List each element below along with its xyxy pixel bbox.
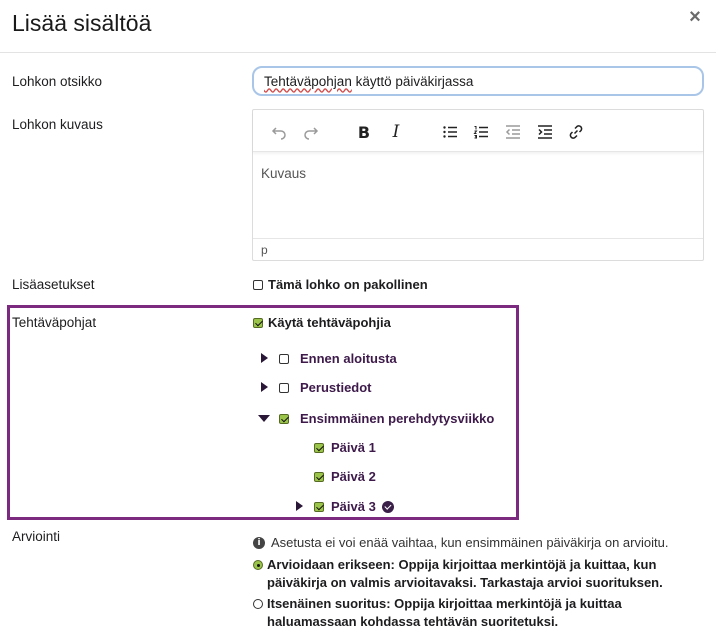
required-checkbox-label: Tämä lohko on pakollinen [268, 277, 428, 292]
block-description-label: Lohkon kuvaus [12, 117, 103, 132]
tree-item[interactable]: Ensimmäinen perehdytysviikko [279, 411, 494, 426]
numbered-list-icon[interactable] [471, 122, 491, 142]
templates-label: Tehtäväpohjat [12, 315, 97, 330]
tree-item-label: Ensimmäinen perehdytysviikko [300, 411, 495, 426]
tree-child-item[interactable]: Päivä 2 [314, 469, 376, 484]
expand-caret-icon[interactable] [261, 353, 268, 363]
italic-icon[interactable]: I [386, 122, 406, 142]
evaluation-option-title: Arvioidaan erikseen: [267, 557, 395, 572]
modal-title: Lisää sisältöä [12, 10, 152, 36]
editor-placeholder[interactable]: Kuvaus [261, 166, 306, 181]
tree-child-item[interactable]: Päivä 1 [314, 440, 376, 455]
block-title-value-misspelled: Tehtäväpohjan [264, 73, 352, 89]
evaluation-radio[interactable] [253, 599, 263, 609]
redo-icon[interactable] [301, 122, 321, 142]
outdent-icon[interactable] [503, 122, 523, 142]
evaluation-option-text: Itsenäinen suoritus: Oppija kirjoittaa m… [267, 595, 708, 631]
evaluation-option-title: Itsenäinen suoritus: [267, 596, 391, 611]
use-templates-checkbox[interactable] [253, 317, 263, 328]
tree-item-label: Päivä 2 [331, 469, 376, 484]
evaluation-option[interactable]: Itsenäinen suoritus: Oppija kirjoittaa m… [253, 595, 708, 631]
required-checkbox[interactable] [253, 279, 263, 290]
extra-settings-label: Lisäasetukset [12, 277, 95, 292]
tree-item-checkbox[interactable] [314, 471, 324, 482]
tree-item-label: Ennen aloitusta [300, 351, 397, 366]
completed-check-icon [381, 500, 394, 513]
tree-item-label: Perustiedot [300, 380, 372, 395]
evaluation-info-text: Asetusta ei voi enää vaihtaa, kun ensimm… [271, 535, 669, 550]
required-checkbox-row[interactable]: Tämä lohko on pakollinen [253, 277, 428, 292]
tree-item[interactable]: Perustiedot [279, 380, 372, 395]
link-icon[interactable] [566, 122, 586, 142]
tree-child-item[interactable]: Päivä 3 [314, 499, 394, 514]
tree-item-checkbox[interactable] [279, 353, 289, 364]
expand-caret-icon[interactable] [261, 382, 268, 392]
block-title-label: Lohkon otsikko [12, 74, 103, 89]
editor-statusbar: p [253, 238, 703, 260]
tree-item[interactable]: Ennen aloitusta [279, 351, 397, 366]
block-title-value-rest: käyttö päiväkirjassa [351, 73, 474, 89]
collapse-caret-icon[interactable] [258, 415, 270, 422]
block-title-input[interactable]: Tehtäväpohjan käyttö päiväkirjassa [252, 66, 704, 96]
tree-item-label: Päivä 1 [331, 440, 376, 455]
tree-item-checkbox[interactable] [314, 442, 324, 453]
evaluation-label: Arviointi [12, 529, 61, 544]
expand-caret-icon[interactable] [296, 501, 303, 511]
use-templates-row[interactable]: Käytä tehtäväpohjia [253, 315, 391, 330]
evaluation-option[interactable]: Arvioidaan erikseen: Oppija kirjoittaa m… [253, 556, 708, 592]
tree-item-label: Päivä 3 [331, 499, 376, 514]
indent-icon[interactable] [535, 122, 555, 142]
tree-item-checkbox[interactable] [279, 413, 289, 424]
tree-item-checkbox[interactable] [314, 501, 324, 512]
bullet-list-icon[interactable] [440, 122, 460, 142]
use-templates-label: Käytä tehtäväpohjia [268, 315, 391, 330]
bold-icon[interactable]: B [354, 122, 374, 142]
modal-header: Lisää sisältöä × [0, 0, 716, 53]
editor-toolbar: B I [253, 110, 703, 152]
evaluation-radio[interactable] [253, 560, 263, 570]
info-icon: i [253, 536, 265, 549]
evaluation-option-text: Arvioidaan erikseen: Oppija kirjoittaa m… [267, 556, 708, 592]
close-icon[interactable]: × [684, 6, 706, 28]
evaluation-info: i Asetusta ei voi enää vaihtaa, kun ensi… [253, 535, 668, 550]
description-editor[interactable]: B I Kuvaus p [252, 109, 704, 261]
tree-item-checkbox[interactable] [279, 382, 289, 393]
undo-icon[interactable] [269, 122, 289, 142]
